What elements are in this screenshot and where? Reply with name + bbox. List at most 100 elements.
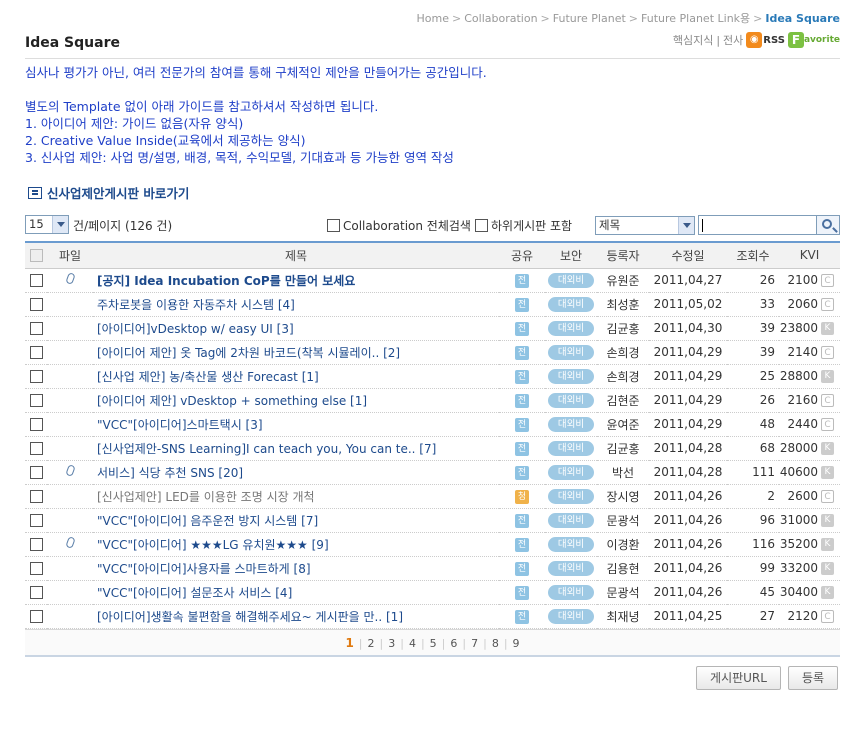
row-checkbox[interactable] (29, 466, 43, 479)
post-title[interactable]: "VCC"[아이디어]사용자를 스마트하게 [8] (93, 556, 499, 580)
row-checkbox[interactable] (29, 514, 43, 527)
author[interactable]: 손희경 (597, 340, 649, 364)
author[interactable]: 장시영 (597, 484, 649, 508)
post-title[interactable]: [아이디어 제안] vDesktop + something else [1] (93, 388, 499, 412)
row-checkbox[interactable] (29, 370, 43, 383)
page-link[interactable]: 4 (409, 631, 416, 657)
sub-board-checkbox[interactable] (475, 219, 488, 232)
breadcrumb-item[interactable]: Future Planet (553, 12, 626, 25)
search-input[interactable] (698, 215, 817, 235)
post-title[interactable]: "VCC"[아이디어] ★★★LG 유치원★★★ [9] (93, 532, 499, 556)
table-row[interactable]: [신사업 제안] 농/축산물 생산 Forecast [1] 전 대외비 손희경 201… (25, 364, 840, 388)
page-link[interactable]: 8 (492, 631, 499, 657)
col-kvi[interactable]: KVI (779, 242, 840, 269)
post-title[interactable]: "VCC"[아이디어] 설문조사 서비스 [4] (93, 580, 499, 604)
page-link[interactable]: 9 (513, 631, 520, 657)
post-title[interactable]: [신사업제안-SNS Learning]I can teach you, You… (93, 436, 499, 460)
author[interactable]: 윤여준 (597, 412, 649, 436)
table-row[interactable]: [아이디어 제안] 옷 Tag에 2차원 바코드(착복 시뮬레이.. [2] 전 대… (25, 340, 840, 364)
post-title[interactable]: 서비스] 식당 추천 SNS [20] (93, 460, 499, 484)
col-author[interactable]: 등록자 (597, 242, 649, 269)
row-checkbox[interactable] (29, 322, 43, 335)
post-title[interactable]: [아이디어]vDesktop w/ easy UI [3] (93, 316, 499, 340)
per-page-select[interactable]: 15 (25, 215, 69, 234)
author[interactable]: 박선 (597, 460, 649, 484)
author[interactable]: 최재녕 (597, 604, 649, 628)
col-file[interactable]: 파일 (47, 242, 93, 269)
core-knowledge-link[interactable]: 핵심지식 (673, 32, 713, 48)
author[interactable]: 손희경 (597, 364, 649, 388)
row-checkbox[interactable] (29, 490, 43, 503)
attachment-icon[interactable] (64, 464, 76, 477)
row-checkbox[interactable] (29, 394, 43, 407)
page-link[interactable]: 6 (450, 631, 457, 657)
search-field-select[interactable]: 제목 (595, 216, 695, 235)
post-title[interactable]: [공지] Idea Incubation CoP를 만들어 보세요 (93, 268, 499, 292)
table-row[interactable]: "VCC"[아이디어] 음주운전 방지 시스템 [7] 전 대외비 문광석 2011,0… (25, 508, 840, 532)
favorite-link[interactable]: Favorite (787, 32, 840, 48)
row-checkbox[interactable] (29, 274, 43, 287)
author[interactable]: 유원준 (597, 268, 649, 292)
table-row[interactable]: [신사업제안-SNS Learning]I can teach you, You… (25, 436, 840, 460)
table-row[interactable]: "VCC"[아이디어] 설문조사 서비스 [4] 전 대외비 문광석 2011,04,2… (25, 580, 840, 604)
col-share[interactable]: 공유 (499, 242, 545, 269)
page-link[interactable]: 2 (368, 631, 375, 657)
table-row[interactable]: [아이디어 제안] vDesktop + something else [1] 전… (25, 388, 840, 412)
row-checkbox[interactable] (29, 538, 43, 551)
post-title[interactable]: "VCC"[아이디어] 음주운전 방지 시스템 [7] (93, 508, 499, 532)
row-checkbox[interactable] (29, 442, 43, 455)
author[interactable]: 김용현 (597, 556, 649, 580)
company-wide-link[interactable]: 전사 (723, 32, 743, 48)
author[interactable]: 문광석 (597, 580, 649, 604)
col-views[interactable]: 조회수 (727, 242, 779, 269)
post-title[interactable]: "VCC"[아이디어]스마트택시 [3] (93, 412, 499, 436)
page-link[interactable]: 5 (430, 631, 437, 657)
attachment-icon[interactable] (64, 536, 76, 549)
row-checkbox[interactable] (29, 418, 43, 431)
breadcrumb-item[interactable]: Collaboration (464, 12, 537, 25)
collab-search-option[interactable]: Collaboration 전체검색 (327, 217, 471, 234)
table-row[interactable]: [아이디어]vDesktop w/ easy UI [3] 전 대외비 김균홍 2011… (25, 316, 840, 340)
col-security[interactable]: 보안 (545, 242, 597, 269)
row-checkbox[interactable] (29, 298, 43, 311)
breadcrumb-item[interactable]: Future Planet Link용 (641, 12, 750, 25)
author[interactable]: 이경환 (597, 532, 649, 556)
row-checkbox[interactable] (29, 586, 43, 599)
col-title[interactable]: 제목 (93, 242, 499, 269)
table-row[interactable]: 주차로봇을 이용한 자동주차 시스템 [4] 전 대외비 최성훈 2011,05,02 3… (25, 292, 840, 316)
rss-link[interactable]: ◉ RSS (746, 32, 785, 48)
collab-search-checkbox[interactable] (327, 219, 340, 232)
post-title[interactable]: 주차로봇을 이용한 자동주차 시스템 [4] (93, 292, 499, 316)
author[interactable]: 김균홍 (597, 316, 649, 340)
new-business-board-shortcut[interactable]: 신사업제안게시판 바로가기 (28, 183, 189, 202)
row-checkbox[interactable] (29, 610, 43, 623)
register-button[interactable]: 등록 (788, 666, 838, 690)
author[interactable]: 최성훈 (597, 292, 649, 316)
search-button[interactable] (816, 215, 840, 235)
select-all-checkbox[interactable] (29, 249, 43, 263)
breadcrumb-item[interactable]: Home (417, 12, 449, 25)
post-title[interactable]: [신사업제안] LED를 이용한 조명 시장 개척 (93, 484, 499, 508)
post-title[interactable]: [아이디어]생활속 불편함을 해결해주세요~ 게시판을 만.. [1] (93, 604, 499, 628)
table-row[interactable]: "VCC"[아이디어]사용자를 스마트하게 [8] 전 대외비 김용현 2011,04,… (25, 556, 840, 580)
post-title[interactable]: [아이디어 제안] 옷 Tag에 2차원 바코드(착복 시뮬레이.. [2] (93, 340, 499, 364)
post-title[interactable]: [신사업 제안] 농/축산물 생산 Forecast [1] (93, 364, 499, 388)
table-row[interactable]: "VCC"[아이디어] ★★★LG 유치원★★★ [9] 전 대외비 이경환 2011,… (25, 532, 840, 556)
table-row[interactable]: "VCC"[아이디어]스마트택시 [3] 전 대외비 윤여준 2011,04,29 48 2… (25, 412, 840, 436)
author[interactable]: 김현준 (597, 388, 649, 412)
table-row[interactable]: [공지] Idea Incubation CoP를 만들어 보세요 전 대외비 유원준… (25, 268, 840, 292)
page-link[interactable]: 7 (471, 631, 478, 657)
col-date[interactable]: 수정일 (649, 242, 727, 269)
author[interactable]: 김균홍 (597, 436, 649, 460)
author[interactable]: 문광석 (597, 508, 649, 532)
sub-board-option[interactable]: 하위게시판 포함 (475, 217, 572, 234)
page-link[interactable]: 1 (345, 630, 353, 656)
table-row[interactable]: 서비스] 식당 추천 SNS [20] 전 대외비 박선 2011,04,28 111 40… (25, 460, 840, 484)
page-link[interactable]: 3 (388, 631, 395, 657)
attachment-icon[interactable] (64, 272, 76, 285)
row-checkbox[interactable] (29, 346, 43, 359)
table-row[interactable]: [아이디어]생활속 불편함을 해결해주세요~ 게시판을 만.. [1] 전 대외비 최… (25, 604, 840, 628)
row-checkbox[interactable] (29, 562, 43, 575)
board-url-button[interactable]: 게시판URL (696, 666, 781, 690)
table-row[interactable]: [신사업제안] LED를 이용한 조명 시장 개척 청 대외비 장시영 2011,04,… (25, 484, 840, 508)
